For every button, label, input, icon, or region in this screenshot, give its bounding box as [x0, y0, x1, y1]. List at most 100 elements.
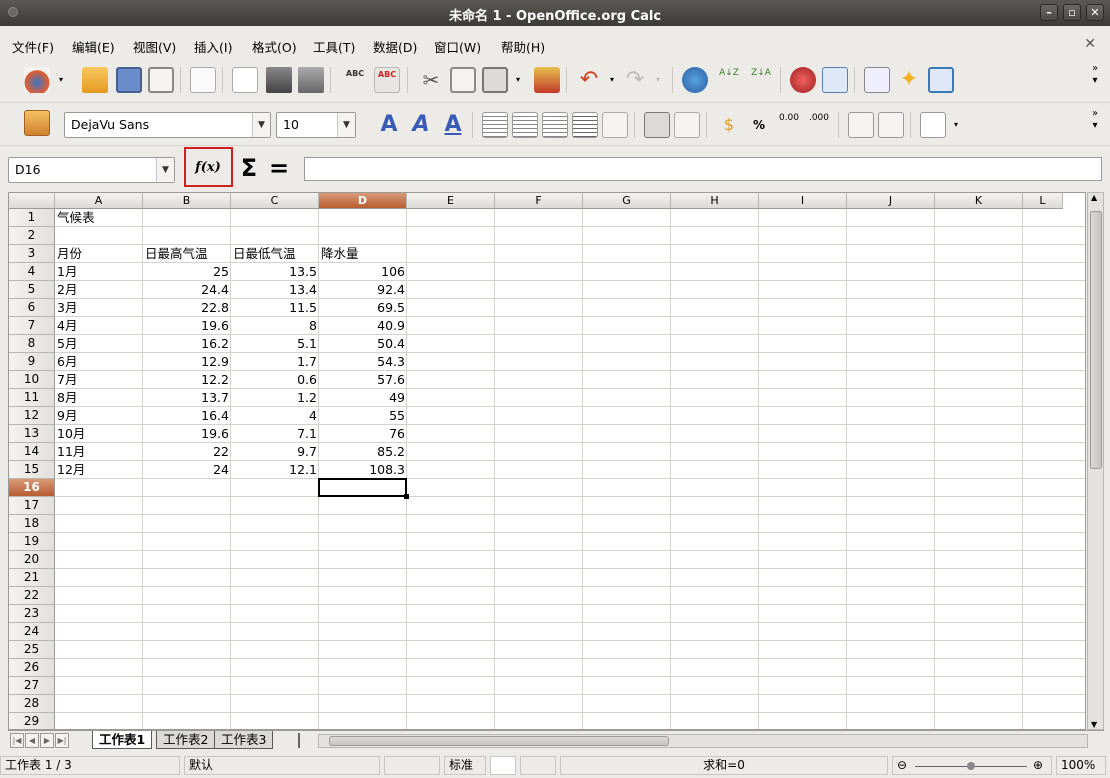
styles-formatting-icon[interactable] — [24, 110, 50, 136]
data-cell[interactable]: 1.7 — [231, 353, 319, 371]
new-dropdown-icon[interactable]: ▾ — [55, 67, 67, 93]
close-document-icon[interactable]: ✕ — [1084, 36, 1096, 52]
export-pdf-icon[interactable] — [232, 67, 258, 93]
data-sources-icon[interactable] — [928, 67, 954, 93]
sum-icon[interactable]: Σ — [236, 154, 262, 182]
row-header-9[interactable]: 9 — [9, 353, 55, 371]
header-cell[interactable]: 月份 — [55, 245, 143, 263]
data-cell[interactable]: 50.4 — [319, 335, 407, 353]
data-cell[interactable]: 9.7 — [231, 443, 319, 461]
data-cell[interactable]: 4 — [231, 407, 319, 425]
data-cell[interactable]: 76 — [319, 425, 407, 443]
scroll-down-icon[interactable]: ▼ — [1091, 720, 1097, 729]
new-document-icon[interactable] — [24, 67, 50, 93]
underline-icon[interactable]: A — [440, 112, 466, 138]
data-cell[interactable]: 16.2 — [143, 335, 231, 353]
row-header-11[interactable]: 11 — [9, 389, 55, 407]
hyperlink-icon[interactable] — [682, 67, 708, 93]
font-name-combo[interactable]: DejaVu Sans ▼ — [64, 112, 271, 138]
header-cell[interactable]: 日最低气温 — [231, 245, 319, 263]
row-header-23[interactable]: 23 — [9, 605, 55, 623]
function-wizard-icon[interactable]: f(x) — [189, 154, 227, 182]
data-cell[interactable]: 7.1 — [231, 425, 319, 443]
cut-icon[interactable]: ✂ — [418, 67, 444, 93]
data-cell[interactable]: 49 — [319, 389, 407, 407]
header-cell[interactable]: 降水量 — [319, 245, 407, 263]
row-header-6[interactable]: 6 — [9, 299, 55, 317]
row-header-19[interactable]: 19 — [9, 533, 55, 551]
merge-cells-icon[interactable] — [602, 112, 628, 138]
data-cell[interactable]: 13.5 — [231, 263, 319, 281]
add-decimal-icon[interactable]: .000 — [806, 112, 832, 138]
data-cell[interactable]: 108.3 — [319, 461, 407, 479]
last-sheet-icon[interactable]: ▶| — [55, 733, 69, 748]
print-preview-icon[interactable] — [298, 67, 324, 93]
data-cell[interactable]: 5月 — [55, 335, 143, 353]
zoom-in-icon[interactable]: ⊕ — [1033, 757, 1043, 774]
redo-dropdown-icon[interactable]: ▾ — [652, 67, 664, 93]
vertical-scrollbar[interactable]: ▲ ▼ — [1087, 192, 1104, 730]
row-header-22[interactable]: 22 — [9, 587, 55, 605]
spellcheck-icon[interactable]: ABC — [342, 67, 368, 93]
column-header-f[interactable]: F — [495, 193, 583, 209]
copy-icon[interactable] — [450, 67, 476, 93]
sheet-tab-3[interactable]: 工作表3 — [214, 731, 274, 749]
currency-icon[interactable]: $ — [716, 112, 742, 138]
borders-dropdown-icon[interactable]: ▾ — [950, 112, 962, 138]
row-header-4[interactable]: 4 — [9, 263, 55, 281]
sheet-tab-1[interactable]: 工作表1 — [92, 731, 153, 749]
row-header-14[interactable]: 14 — [9, 443, 55, 461]
font-size-dropdown-icon[interactable]: ▼ — [337, 113, 355, 137]
fill-handle[interactable] — [404, 494, 409, 499]
row-header-5[interactable]: 5 — [9, 281, 55, 299]
toolbar2-overflow-icon[interactable]: » ▾ — [1088, 108, 1102, 134]
column-header-k[interactable]: K — [935, 193, 1023, 209]
menu-view[interactable]: 视图(V) — [133, 37, 176, 56]
bold-icon[interactable]: A — [376, 112, 402, 138]
data-cell[interactable]: 1.2 — [231, 389, 319, 407]
email-icon[interactable] — [148, 67, 174, 93]
data-cell[interactable]: 92.4 — [319, 281, 407, 299]
close-window-button[interactable]: ✕ — [1086, 4, 1104, 21]
menu-data[interactable]: 数据(D) — [373, 37, 417, 56]
column-header-j[interactable]: J — [847, 193, 935, 209]
menu-window[interactable]: 窗口(W) — [434, 37, 481, 56]
row-header-21[interactable]: 21 — [9, 569, 55, 587]
data-cell[interactable]: 12月 — [55, 461, 143, 479]
align-right-icon[interactable] — [542, 112, 568, 138]
wrap-text-icon[interactable] — [644, 112, 670, 138]
toolbar-overflow-icon[interactable]: » ▾ — [1088, 63, 1102, 89]
undo-dropdown-icon[interactable]: ▾ — [606, 67, 618, 93]
font-size-combo[interactable]: 10 ▼ — [276, 112, 356, 138]
row-header-28[interactable]: 28 — [9, 695, 55, 713]
row-header-18[interactable]: 18 — [9, 515, 55, 533]
spreadsheet-grid[interactable]: A B C D E F G H I J K L 1 2 3 4 5 6 7 8 9 10 11 12 13 14 15 16 17 18 1… — [8, 192, 1086, 730]
row-header-12[interactable]: 12 — [9, 407, 55, 425]
data-cell[interactable]: 19.6 — [143, 317, 231, 335]
row-header-27[interactable]: 27 — [9, 677, 55, 695]
zoom-slider[interactable]: ⊖ ⊕ — [892, 756, 1052, 775]
row-header-16[interactable]: 16 — [9, 479, 55, 497]
row-header-25[interactable]: 25 — [9, 641, 55, 659]
column-header-e[interactable]: E — [407, 193, 495, 209]
data-cell[interactable]: 22 — [143, 443, 231, 461]
minimize-button[interactable]: – — [1040, 4, 1058, 21]
tab-splitter[interactable] — [298, 733, 300, 748]
column-header-l[interactable]: L — [1023, 193, 1063, 209]
data-cell[interactable]: 13.4 — [231, 281, 319, 299]
standard-number-icon[interactable]: 0.00 — [776, 112, 802, 138]
row-header-13[interactable]: 13 — [9, 425, 55, 443]
menu-edit[interactable]: 编辑(E) — [72, 37, 115, 56]
next-sheet-icon[interactable]: ▶ — [40, 733, 54, 748]
data-cell[interactable]: 11月 — [55, 443, 143, 461]
row-header-24[interactable]: 24 — [9, 623, 55, 641]
horizontal-scroll-thumb[interactable] — [329, 736, 669, 746]
scroll-up-icon[interactable]: ▲ — [1091, 193, 1097, 202]
data-cell[interactable]: 5.1 — [231, 335, 319, 353]
zoom-percent[interactable]: 100% — [1056, 756, 1106, 775]
column-header-b[interactable]: B — [143, 193, 231, 209]
open-folder-icon[interactable] — [82, 67, 108, 93]
borders-icon[interactable] — [920, 112, 946, 138]
data-cell[interactable]: 2月 — [55, 281, 143, 299]
cell-a1[interactable]: 气候表 — [55, 209, 143, 227]
